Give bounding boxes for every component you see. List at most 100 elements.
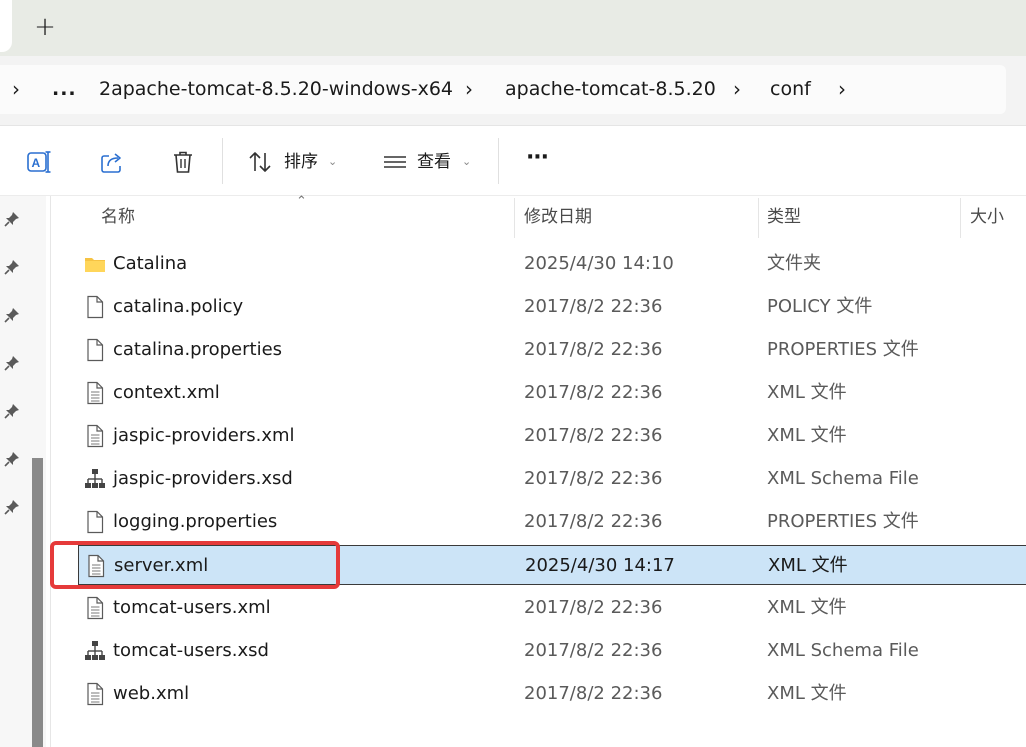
delete-icon[interactable] xyxy=(169,148,197,176)
file-name: jaspic-providers.xml xyxy=(113,425,295,446)
column-separator[interactable] xyxy=(758,198,759,238)
chevron-right-icon[interactable]: › xyxy=(465,65,473,114)
pin-icon[interactable] xyxy=(3,498,21,516)
column-header-type[interactable]: 类型 xyxy=(767,202,801,232)
share-icon[interactable] xyxy=(98,148,126,176)
more-options-button[interactable]: ··· xyxy=(522,146,552,176)
column-header-name[interactable]: 名称 xyxy=(101,202,135,232)
pin-icon[interactable] xyxy=(3,258,21,276)
file-row[interactable]: Catalina 2025/4/30 14:10 文件夹 xyxy=(78,244,1026,284)
file-name: catalina.policy xyxy=(113,296,244,317)
file-name: tomcat-users.xsd xyxy=(113,640,269,661)
svg-text:A: A xyxy=(32,156,41,170)
file-row[interactable]: jaspic-providers.xsd 2017/8/2 22:36 XML Sc… xyxy=(78,459,1026,499)
column-header-date[interactable]: 修改日期 xyxy=(524,202,592,232)
column-header-size[interactable]: 大小 xyxy=(970,202,1004,232)
folder-icon xyxy=(84,252,106,276)
file-row[interactable]: tomcat-users.xml 2017/8/2 22:36 XML 文件 xyxy=(78,588,1026,628)
pin-icon[interactable] xyxy=(3,402,21,420)
command-bar: A 排序 ⌄ 查看 ⌄ ··· xyxy=(0,126,1026,196)
file-name: web.xml xyxy=(113,683,190,704)
chevron-down-icon[interactable]: ⌄ xyxy=(462,148,471,176)
file-modified-date: 2017/8/2 22:36 xyxy=(524,382,663,403)
file-name: server.xml xyxy=(114,555,209,576)
file-type: PROPERTIES 文件 xyxy=(767,511,919,532)
xml-file-icon xyxy=(84,682,106,706)
file-name: tomcat-users.xml xyxy=(113,597,271,618)
file-modified-date: 2025/4/30 14:17 xyxy=(525,555,675,576)
file-type: 文件夹 xyxy=(767,253,821,274)
rename-icon[interactable]: A xyxy=(25,148,53,176)
sort-icon[interactable] xyxy=(246,148,274,176)
sort-button[interactable]: 排序 xyxy=(284,148,318,176)
file-modified-date: 2017/8/2 22:36 xyxy=(524,425,663,446)
file-type: XML 文件 xyxy=(768,555,848,576)
file-modified-date: 2017/8/2 22:36 xyxy=(524,339,663,360)
chevron-right-icon[interactable]: › xyxy=(733,65,741,114)
file-row[interactable]: tomcat-users.xsd 2017/8/2 22:36 XML Schema… xyxy=(78,631,1026,671)
file-type: XML 文件 xyxy=(767,597,847,618)
pane-divider[interactable] xyxy=(50,196,51,747)
file-type: XML 文件 xyxy=(767,425,847,446)
file-name: logging.properties xyxy=(113,511,278,532)
file-row[interactable]: context.xml 2017/8/2 22:36 XML 文件 xyxy=(78,373,1026,413)
sort-ascending-icon: ⌃ xyxy=(296,194,307,209)
address-band: › ... 2apache-tomcat-8.5.20-windows-x64 … xyxy=(0,56,1026,126)
breadcrumb-item[interactable]: apache-tomcat-8.5.20 xyxy=(505,65,716,114)
xml-file-icon xyxy=(84,381,106,405)
xml-file-icon xyxy=(85,554,107,578)
file-name: catalina.properties xyxy=(113,339,283,360)
breadcrumb-overflow[interactable]: ... xyxy=(52,65,77,114)
address-bar[interactable]: › ... 2apache-tomcat-8.5.20-windows-x64 … xyxy=(0,65,1006,114)
breadcrumb-item[interactable]: conf xyxy=(770,65,811,114)
new-tab-button[interactable]: + xyxy=(30,12,60,42)
file-type: XML Schema File xyxy=(767,640,919,661)
command-separator xyxy=(222,138,223,184)
file-type: XML 文件 xyxy=(767,683,847,704)
file-type: POLICY 文件 xyxy=(767,296,873,317)
file-type: XML 文件 xyxy=(767,382,847,403)
file-row[interactable]: web.xml 2017/8/2 22:36 XML 文件 xyxy=(78,674,1026,714)
file-modified-date: 2017/8/2 22:36 xyxy=(524,683,663,704)
chevron-down-icon[interactable]: ⌄ xyxy=(328,148,337,176)
file-modified-date: 2017/8/2 22:36 xyxy=(524,597,663,618)
file-row[interactable]: catalina.properties 2017/8/2 22:36 PROPERT… xyxy=(78,330,1026,370)
breadcrumb-item[interactable]: 2apache-tomcat-8.5.20-windows-x64 xyxy=(99,65,453,114)
column-separator[interactable] xyxy=(960,198,961,238)
file-name: context.xml xyxy=(113,382,220,403)
view-icon[interactable] xyxy=(381,148,409,176)
file-modified-date: 2025/4/30 14:10 xyxy=(524,253,674,274)
file-icon xyxy=(84,510,106,534)
pin-icon[interactable] xyxy=(3,354,21,372)
file-modified-date: 2017/8/2 22:36 xyxy=(524,468,663,489)
schema-file-icon xyxy=(84,467,106,491)
pin-icon[interactable] xyxy=(3,450,21,468)
xml-file-icon xyxy=(84,424,106,448)
file-name: jaspic-providers.xsd xyxy=(113,468,293,489)
file-icon xyxy=(84,295,106,319)
nav-scrollbar[interactable] xyxy=(32,458,43,747)
file-modified-date: 2017/8/2 22:36 xyxy=(524,640,663,661)
view-button[interactable]: 查看 xyxy=(417,148,451,176)
file-row[interactable]: catalina.policy 2017/8/2 22:36 POLICY 文件 xyxy=(78,287,1026,327)
file-type: PROPERTIES 文件 xyxy=(767,339,919,360)
file-modified-date: 2017/8/2 22:36 xyxy=(524,296,663,317)
file-row[interactable]: server.xml 2025/4/30 14:17 XML 文件 xyxy=(78,545,1026,585)
file-type: XML Schema File xyxy=(767,468,919,489)
file-name: Catalina xyxy=(113,253,188,274)
xml-file-icon xyxy=(84,596,106,620)
pin-icon[interactable] xyxy=(3,210,21,228)
file-icon xyxy=(84,338,106,362)
file-row[interactable]: logging.properties 2017/8/2 22:36 PROPERTI… xyxy=(78,502,1026,542)
navigation-pane xyxy=(0,196,46,747)
tab-strip: + xyxy=(0,0,1026,56)
command-separator xyxy=(498,138,499,184)
pin-icon[interactable] xyxy=(3,306,21,324)
active-tab-edge[interactable] xyxy=(0,0,12,52)
column-separator[interactable] xyxy=(514,198,515,238)
chevron-right-icon[interactable]: › xyxy=(12,65,20,114)
schema-file-icon xyxy=(84,639,106,663)
file-row[interactable]: jaspic-providers.xml 2017/8/2 22:36 XML 文件 xyxy=(78,416,1026,456)
chevron-right-icon[interactable]: › xyxy=(838,65,846,114)
file-modified-date: 2017/8/2 22:36 xyxy=(524,511,663,532)
